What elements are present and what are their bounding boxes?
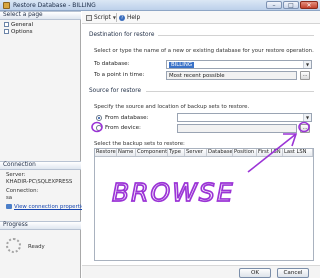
destination-description: Select or type the name of a new or exis… xyxy=(94,48,314,54)
from-database-label: From database: xyxy=(105,115,149,121)
radio-selected-icon xyxy=(96,115,102,121)
script-label: Script xyxy=(94,14,111,21)
help-label: Help xyxy=(127,14,141,21)
connection-label: Connection: xyxy=(6,188,39,194)
script-icon xyxy=(86,14,92,21)
nav-item-general[interactable]: General xyxy=(4,21,33,28)
column-header-type[interactable]: Type xyxy=(168,149,185,156)
minimize-icon: – xyxy=(272,2,276,9)
to-database-combo[interactable]: BILLING ▼ xyxy=(166,60,312,69)
progress-heading: Progress xyxy=(0,221,81,230)
minimize-button[interactable]: – xyxy=(266,1,282,9)
column-header-last-lsn[interactable]: Last LSN xyxy=(283,149,313,156)
destination-heading: Destination for restore xyxy=(89,32,155,38)
column-header-component[interactable]: Component xyxy=(136,149,168,156)
maximize-button[interactable]: □ xyxy=(283,1,299,9)
chevron-down-icon[interactable]: ▼ xyxy=(303,61,311,68)
nav-item-options[interactable]: Options xyxy=(4,28,33,35)
ok-button[interactable]: OK xyxy=(239,268,271,278)
progress-status: Ready xyxy=(28,244,45,250)
source-description: Specify the source and location of backu… xyxy=(94,104,250,110)
column-header-name[interactable]: Name xyxy=(117,149,136,156)
from-database-radio[interactable]: From database: xyxy=(96,115,148,121)
progress-spinner-icon xyxy=(6,238,21,253)
point-in-time-browse-button[interactable]: ... xyxy=(300,71,310,80)
divider xyxy=(146,91,314,92)
select-page-heading: Select a page xyxy=(0,11,81,20)
toolbar-separator xyxy=(116,13,117,22)
column-header-database[interactable]: Database xyxy=(207,149,233,156)
title-bar: Restore Database - BILLING – □ ✕ xyxy=(0,0,320,11)
column-header-first-lsn[interactable]: First LSN xyxy=(257,149,283,156)
to-database-value: BILLING xyxy=(169,62,195,68)
grid-header: Restore Name Component Type Server Datab… xyxy=(95,149,313,157)
properties-icon xyxy=(6,204,12,209)
connection-value: sa xyxy=(6,195,13,201)
help-button[interactable]: ? Help xyxy=(119,13,140,22)
close-button[interactable]: ✕ xyxy=(300,1,318,9)
script-button[interactable]: Script ▼ xyxy=(86,13,116,22)
toolbar: Script ▼ ? Help xyxy=(82,11,320,24)
database-icon xyxy=(3,2,10,9)
from-device-radio[interactable]: From device: xyxy=(96,125,141,131)
nav-item-label: General xyxy=(11,21,34,28)
from-device-browse-button[interactable]: ... xyxy=(300,124,310,133)
column-header-position[interactable]: Position xyxy=(233,149,257,156)
server-label: Server: xyxy=(6,172,26,178)
column-header-server[interactable]: Server xyxy=(185,149,207,156)
source-heading: Source for restore xyxy=(89,88,142,94)
point-in-time-value: Most recent possible xyxy=(169,73,225,79)
view-connection-properties-link[interactable]: View connection properties xyxy=(6,204,87,210)
divider xyxy=(158,35,314,36)
help-icon: ? xyxy=(119,14,125,21)
window-title: Restore Database - BILLING xyxy=(13,2,96,9)
point-in-time-label: To a point in time: xyxy=(94,72,145,78)
nav-item-label: Options xyxy=(11,28,33,35)
from-device-label: From device: xyxy=(105,125,141,131)
left-pane: Select a page General Options Connection… xyxy=(0,11,87,278)
backup-sets-grid[interactable]: Restore Name Component Type Server Datab… xyxy=(94,148,314,261)
server-value: KHADIR-PC\SQLEXPRESS xyxy=(6,179,73,185)
point-in-time-field[interactable]: Most recent possible xyxy=(166,71,297,80)
from-device-field[interactable] xyxy=(177,124,297,133)
dialog-footer: OK Cancel xyxy=(82,265,320,278)
page-icon xyxy=(4,29,9,34)
radio-unselected-icon xyxy=(96,125,102,131)
maximize-icon: □ xyxy=(288,2,294,9)
view-connection-properties-label: View connection properties xyxy=(14,204,88,210)
to-database-label: To database: xyxy=(94,61,130,67)
backup-grid-caption: Select the backup sets to restore: xyxy=(94,141,185,147)
chevron-down-icon[interactable]: ▼ xyxy=(303,114,311,121)
cancel-button[interactable]: Cancel xyxy=(277,268,309,278)
connection-heading: Connection xyxy=(0,161,81,170)
page-icon xyxy=(4,22,9,27)
close-icon: ✕ xyxy=(306,2,312,9)
column-header-restore[interactable]: Restore xyxy=(95,149,117,156)
main-pane: Script ▼ ? Help Destination for restore … xyxy=(82,11,320,278)
from-database-combo[interactable]: ▼ xyxy=(177,113,312,122)
